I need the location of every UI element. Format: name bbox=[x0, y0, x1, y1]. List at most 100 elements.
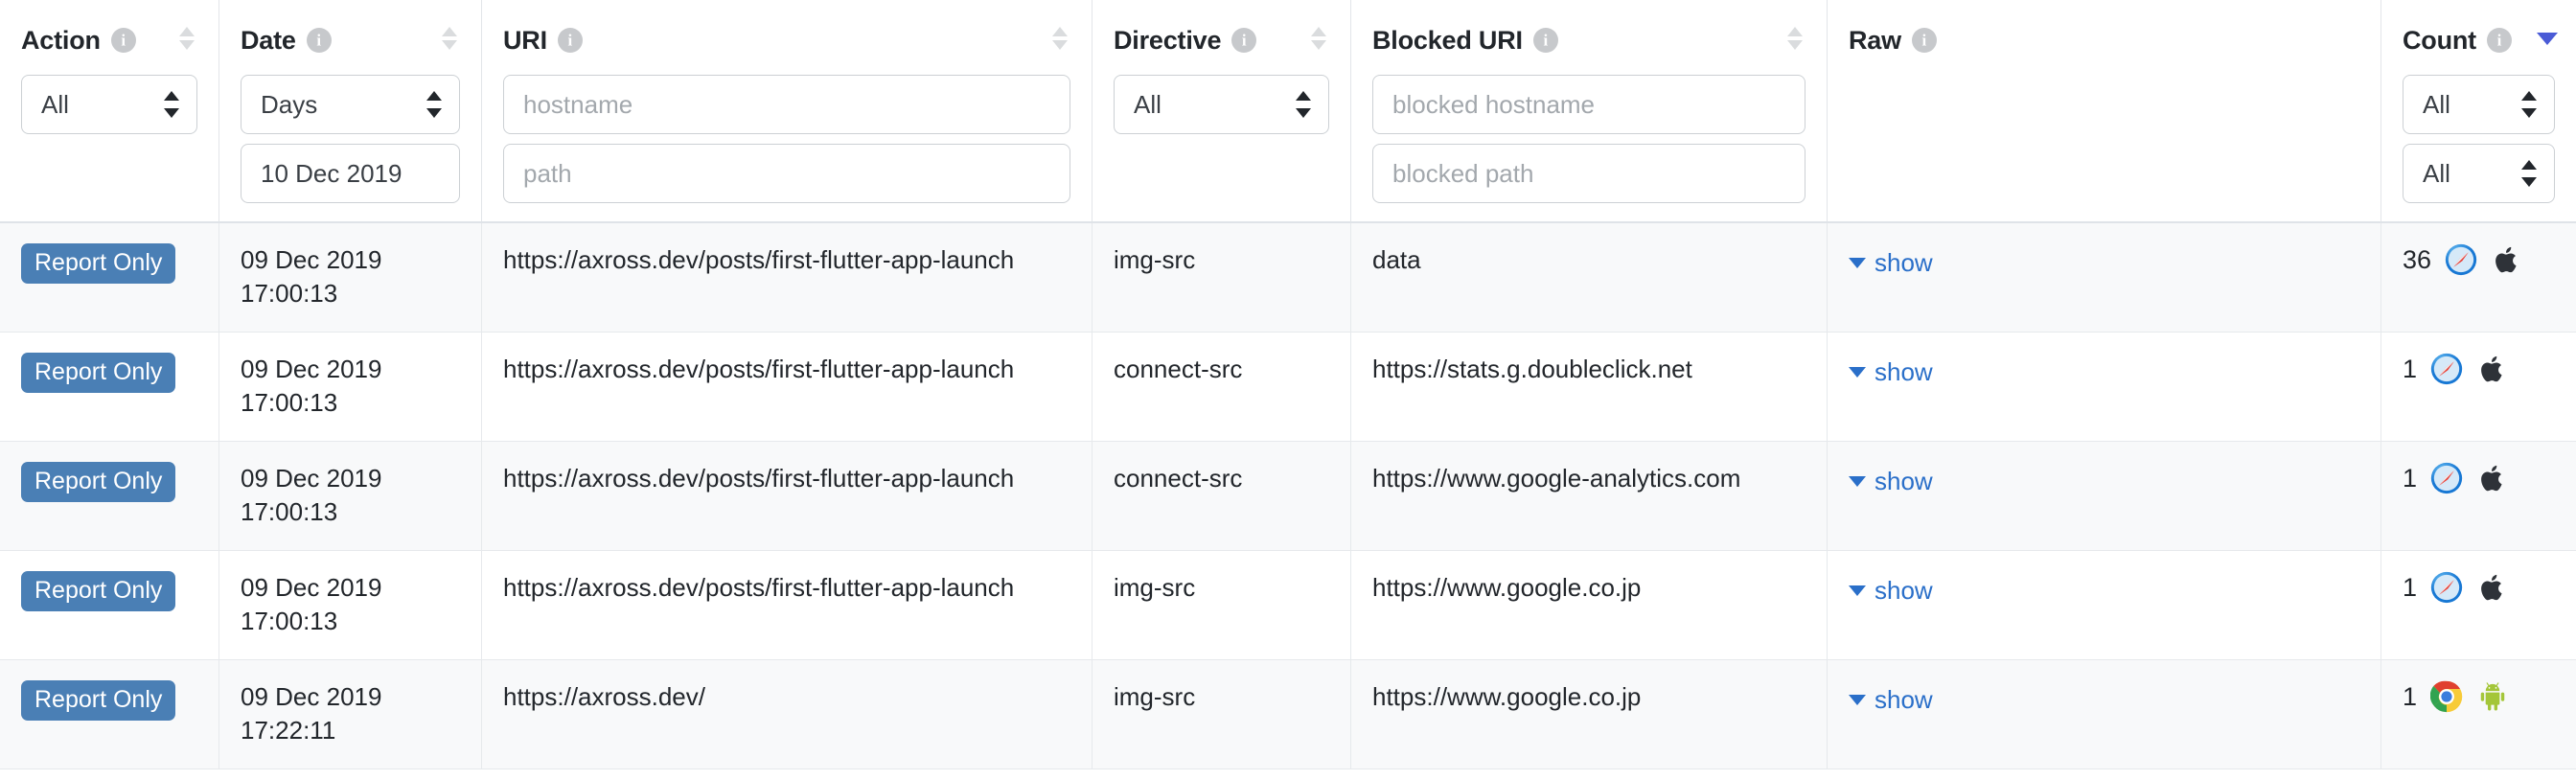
info-icon[interactable] bbox=[2486, 28, 2512, 53]
raw-show-link[interactable]: show bbox=[1849, 356, 1933, 389]
raw-show-label: show bbox=[1874, 248, 1933, 278]
column-header-date-top: Date bbox=[241, 19, 460, 61]
cell-action: Report Only bbox=[0, 660, 219, 769]
count-value: 1 bbox=[2403, 573, 2418, 602]
sort-arrows-icon-blocked-uri[interactable] bbox=[1784, 21, 1806, 59]
cell-uri: https://axross.dev/posts/first-flutter-a… bbox=[482, 442, 1092, 550]
android-icon bbox=[2480, 682, 2505, 711]
date-value-input[interactable]: 10 Dec 2019 bbox=[241, 144, 460, 203]
column-header-raw-top: Raw bbox=[1849, 19, 2359, 61]
date-line-2: 17:00:13 bbox=[241, 606, 338, 635]
count-group: 1 bbox=[2403, 571, 2555, 604]
caret-down-icon bbox=[1849, 585, 1866, 596]
cell-date: 09 Dec 2019 17:00:13 bbox=[219, 223, 482, 332]
date-line-1: 09 Dec 2019 bbox=[241, 245, 382, 274]
info-icon[interactable] bbox=[306, 28, 332, 53]
cell-blocked-uri: https://stats.g.doubleclick.net bbox=[1351, 333, 1828, 441]
column-title-directive: Directive bbox=[1114, 25, 1222, 55]
table-row[interactable]: Report Only 09 Dec 2019 17:00:13 https://ax… bbox=[0, 223, 2576, 333]
table-row[interactable]: Report Only 09 Dec 2019 17:22:11 https://ax… bbox=[0, 660, 2576, 769]
count-group: 1 bbox=[2403, 353, 2555, 385]
cell-raw: show bbox=[1828, 442, 2381, 550]
column-filters-uri: hostname path bbox=[503, 61, 1070, 203]
column-header-blocked-uri-top: Blocked URI bbox=[1372, 19, 1806, 61]
raw-show-link[interactable]: show bbox=[1849, 574, 1933, 608]
action-filter-select[interactable]: All bbox=[21, 75, 197, 134]
count-filter-value-1: All bbox=[2423, 89, 2450, 119]
cell-directive: connect-src bbox=[1092, 333, 1351, 441]
count-group: 1 bbox=[2403, 462, 2555, 494]
column-filters-date: Days 10 Dec 2019 bbox=[241, 61, 460, 203]
column-header-uri: URI hostname path bbox=[482, 0, 1092, 221]
cell-action: Report Only bbox=[0, 223, 219, 332]
status-badge-report-only[interactable]: Report Only bbox=[21, 462, 176, 502]
column-title-count: Count bbox=[2403, 25, 2476, 55]
directive-filter-select[interactable]: All bbox=[1114, 75, 1329, 134]
count-filter-select-1[interactable]: All bbox=[2403, 75, 2555, 134]
stepper-arrows-icon bbox=[2521, 159, 2537, 188]
column-header-action-top: Action bbox=[21, 19, 197, 61]
table-row[interactable]: Report Only 09 Dec 2019 17:00:13 https://ax… bbox=[0, 333, 2576, 442]
count-value: 1 bbox=[2403, 682, 2418, 711]
raw-show-link[interactable]: show bbox=[1849, 465, 1933, 498]
uri-path-input[interactable]: path bbox=[503, 144, 1070, 203]
raw-show-label: show bbox=[1874, 467, 1933, 496]
sort-arrows-icon-action[interactable] bbox=[176, 21, 197, 59]
raw-show-label: show bbox=[1874, 357, 1933, 387]
caret-down-icon bbox=[1849, 695, 1866, 705]
sort-descending-icon-count[interactable] bbox=[2534, 21, 2558, 59]
date-unit-select[interactable]: Days bbox=[241, 75, 460, 134]
blocked-path-placeholder: blocked path bbox=[1392, 158, 1534, 188]
status-badge-report-only[interactable]: Report Only bbox=[21, 353, 176, 393]
sort-arrows-icon-date[interactable] bbox=[439, 21, 460, 59]
column-header-date: Date Days 10 Dec 2019 bbox=[219, 0, 482, 221]
status-badge-report-only[interactable]: Report Only bbox=[21, 680, 176, 721]
uri-hostname-input[interactable]: hostname bbox=[503, 75, 1070, 134]
sort-arrows-icon-directive[interactable] bbox=[1308, 21, 1329, 59]
cell-count: 36 bbox=[2381, 223, 2576, 332]
table-row[interactable]: Report Only 09 Dec 2019 17:00:13 https://ax… bbox=[0, 551, 2576, 660]
action-filter-value: All bbox=[41, 89, 69, 119]
date-line-1: 09 Dec 2019 bbox=[241, 464, 382, 493]
info-icon[interactable] bbox=[557, 28, 583, 53]
info-icon[interactable] bbox=[1911, 28, 1937, 53]
column-filters-count: All All bbox=[2403, 61, 2555, 203]
sort-arrows-icon-uri[interactable] bbox=[1049, 21, 1070, 59]
column-filters-blocked-uri: blocked hostname blocked path bbox=[1372, 61, 1806, 203]
csp-reports-table: Action All Date Days bbox=[0, 0, 2576, 780]
table-row[interactable]: Report Only 09 Dec 2019 17:00:13 https://ax… bbox=[0, 442, 2576, 551]
cell-blocked-uri: https://www.google.co.jp bbox=[1351, 660, 1828, 769]
raw-show-link[interactable]: show bbox=[1849, 683, 1933, 717]
blocked-hostname-input[interactable]: blocked hostname bbox=[1372, 75, 1806, 134]
column-header-count-top: Count bbox=[2403, 19, 2558, 61]
caret-down-icon bbox=[1849, 367, 1866, 378]
apple-icon bbox=[2496, 246, 2517, 273]
column-title-action: Action bbox=[21, 25, 101, 55]
info-icon[interactable] bbox=[1532, 28, 1558, 53]
status-badge-report-only[interactable]: Report Only bbox=[21, 243, 176, 284]
column-header-directive: Directive All bbox=[1092, 0, 1351, 221]
cell-blocked-uri: https://www.google-analytics.com bbox=[1351, 442, 1828, 550]
safari-icon bbox=[2430, 353, 2463, 385]
status-badge-report-only[interactable]: Report Only bbox=[21, 571, 176, 611]
cell-date: 09 Dec 2019 17:00:13 bbox=[219, 333, 482, 441]
table-body: Report Only 09 Dec 2019 17:00:13 https://ax… bbox=[0, 223, 2576, 780]
column-title-blocked-uri: Blocked URI bbox=[1372, 25, 1523, 55]
info-icon[interactable] bbox=[1231, 28, 1257, 53]
safari-icon bbox=[2430, 571, 2463, 604]
info-icon[interactable] bbox=[110, 28, 136, 53]
raw-show-link[interactable]: show bbox=[1849, 246, 1933, 280]
stepper-arrows-icon bbox=[164, 90, 179, 119]
column-header-directive-top: Directive bbox=[1114, 19, 1329, 61]
column-title-date: Date bbox=[241, 25, 296, 55]
cell-action: Report Only bbox=[0, 333, 219, 441]
cell-count: 1 bbox=[2381, 551, 2576, 659]
date-line-2: 17:00:13 bbox=[241, 387, 338, 417]
blocked-path-input[interactable]: blocked path bbox=[1372, 144, 1806, 203]
uri-path-placeholder: path bbox=[523, 158, 572, 188]
caret-down-icon bbox=[1849, 258, 1866, 268]
apple-icon bbox=[2481, 356, 2502, 382]
cell-blocked-uri: https://www.google.co.jp bbox=[1351, 551, 1828, 659]
cell-count: 1 bbox=[2381, 442, 2576, 550]
count-filter-select-2[interactable]: All bbox=[2403, 144, 2555, 203]
